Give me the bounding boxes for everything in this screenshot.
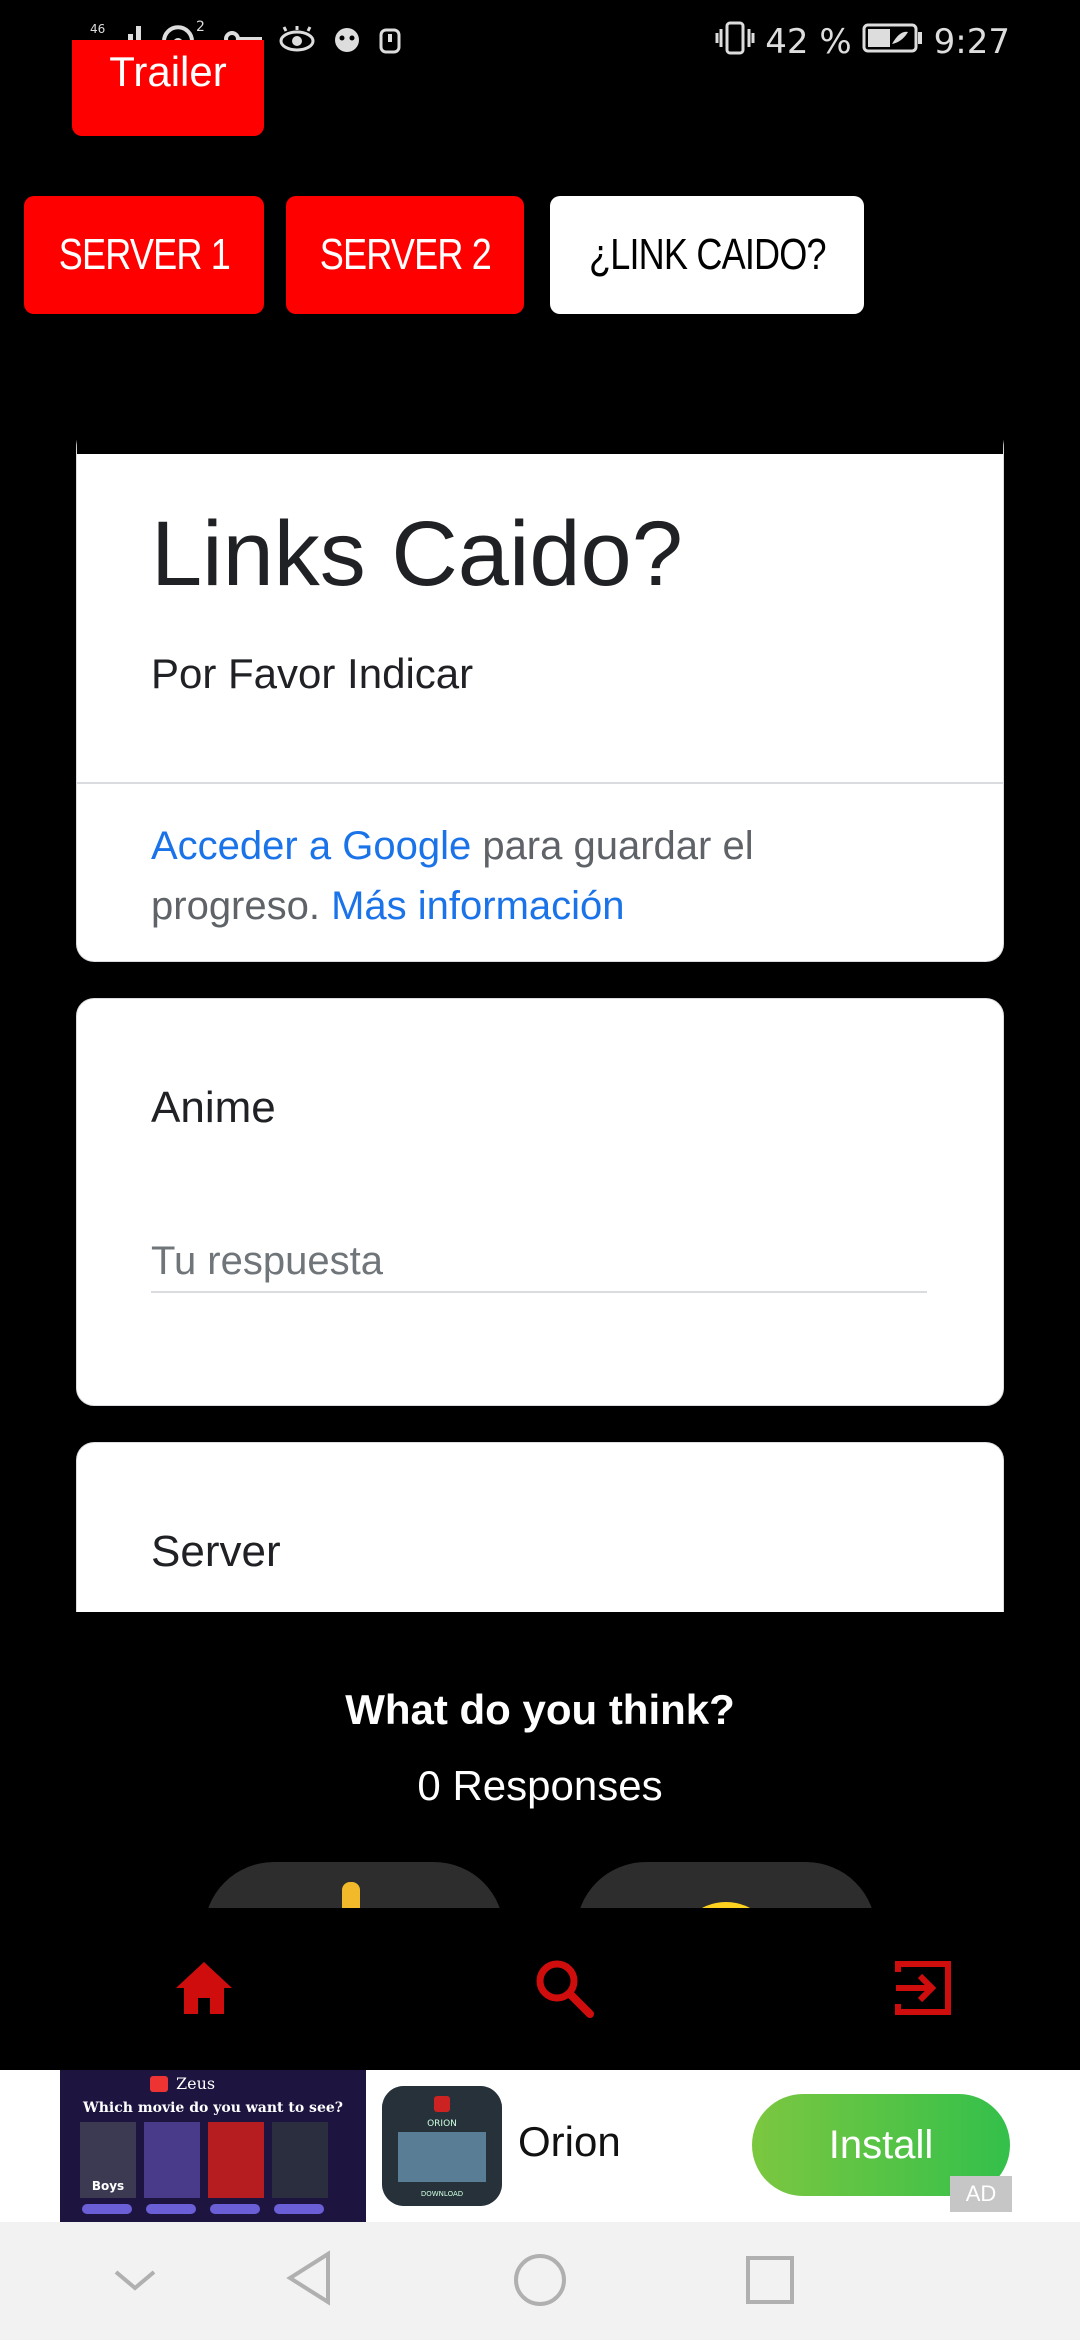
question-label-anime: Anime [151,1083,276,1132]
question-card-server: Server [76,1442,1004,1612]
feedback-title: What do you think? [345,1686,735,1733]
ad-app-icon-sub: DOWNLOAD [421,2190,463,2198]
back-icon[interactable] [284,2250,334,2311]
app-notification-icon [330,24,364,61]
broken-link-button[interactable]: ¿LINK CAIDO? [550,196,864,314]
wifi-badge: 2 [196,19,205,35]
signin-notice: Acceder a Google para guardar el progres… [151,816,891,936]
ad-poster-text: Boys [92,2179,124,2193]
system-nav-bar [0,2222,1080,2340]
server-2-label: SERVER 2 [319,230,491,279]
form-header-card: Links Caido? Por Favor Indicar Acceder a… [76,426,1004,962]
responses-count: 0 Responses [417,1762,663,1809]
ad-app-icon-title: ORION [427,2119,457,2129]
bottom-nav [0,1908,1080,2070]
hide-nav-chevron-icon[interactable] [112,2266,158,2299]
trailer-button[interactable]: Trailer [72,40,264,136]
signal-label: 46 [90,22,105,36]
ad-app-icon[interactable]: ORION DOWNLOAD [382,2086,502,2206]
recents-square-icon[interactable] [744,2254,796,2311]
trailer-button-label: Trailer [109,48,227,95]
home-icon[interactable] [174,1960,234,2021]
logout-icon[interactable] [894,1958,954,2023]
form-description: Por Favor Indicar [151,650,474,697]
signin-google-link[interactable]: Acceder a Google [151,824,471,868]
search-icon[interactable] [534,1958,594,2023]
clock: 9:27 [933,22,1010,62]
ad-promo-image[interactable]: Zeus Which movie do you want to see? Boy… [60,2070,366,2222]
battery-percent: 42 % [765,22,852,62]
question-card-anime: Anime [76,998,1004,1406]
eye-comfort-icon [278,25,316,60]
broken-link-label: ¿LINK CAIDO? [588,230,827,279]
question-label-server: Server [151,1527,281,1576]
ad-question: Which movie do you want to see? [82,2100,343,2116]
anime-answer-input[interactable] [151,1231,927,1293]
card-divider [77,782,1003,784]
home-circle-icon[interactable] [512,2252,568,2313]
ad-badge[interactable]: AD [950,2176,1012,2212]
form-title: Links Caido? [151,503,683,605]
vibrate-icon [715,21,755,64]
server-1-button[interactable]: SERVER 1 [24,196,264,314]
server-2-button[interactable]: SERVER 2 [286,196,524,314]
ad-app-name: Orion [518,2118,621,2165]
status-right-icons: 42 % 9:27 [715,20,1010,64]
ad-banner[interactable]: Zeus Which movie do you want to see? Boy… [0,2070,1080,2222]
ad-brand-name: Zeus [176,2074,215,2093]
more-info-link[interactable]: Más información [331,884,624,928]
usb-debug-icon [378,24,402,61]
battery-icon [862,22,924,63]
server-1-label: SERVER 1 [58,230,230,279]
